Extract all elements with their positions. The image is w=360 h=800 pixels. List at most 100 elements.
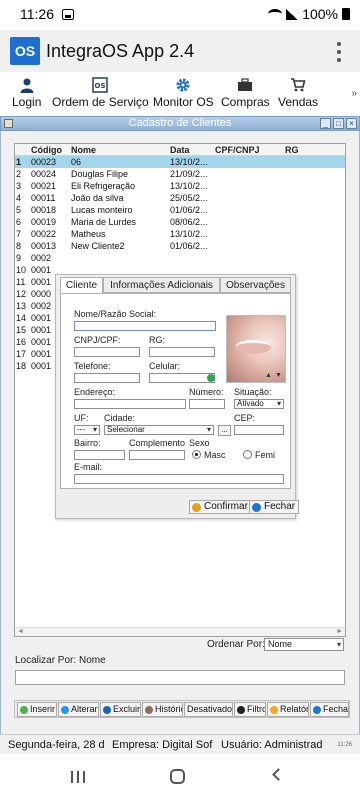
report-icon <box>270 706 278 714</box>
cell-nome: New Cliente2 <box>71 241 125 251</box>
situacao-select[interactable]: Ativado <box>234 399 284 409</box>
row-number: 9 <box>16 253 22 263</box>
signal-icon <box>286 8 299 20</box>
battery-level: 100% <box>302 6 338 22</box>
table-row[interactable]: 5 00018 Lucas monteiro 01/06/2... <box>15 204 345 216</box>
cnpj-field[interactable] <box>74 347 140 357</box>
table-row[interactable]: 3 00021 Eli Refrigeração 13/10/2... <box>15 180 345 192</box>
numero-field[interactable] <box>189 399 225 409</box>
table-row[interactable]: 9 0002 <box>15 252 345 264</box>
home-icon[interactable] <box>170 769 185 784</box>
toolbar-more-button[interactable]: » <box>351 88 357 99</box>
cell-data: 13/10/2... <box>170 157 208 167</box>
status-time: 11:26 <box>20 6 54 22</box>
window-title: Cadastro de Clientes <box>128 117 232 129</box>
compras-button[interactable]: Compras <box>221 76 270 109</box>
column-header-nome[interactable]: Nome <box>71 145 171 155</box>
svg-text:OS: OS <box>95 82 106 90</box>
bairro-field[interactable] <box>74 450 125 460</box>
client-form-dialog: Cliente Informações Adicionais Observaçõ… <box>55 274 300 519</box>
column-header-rg[interactable]: RG <box>285 145 325 155</box>
column-header-cpf-cnpj[interactable]: CPF/CNPJ <box>215 145 285 155</box>
nome-field[interactable] <box>74 321 216 331</box>
recents-icon[interactable] <box>71 771 85 783</box>
cart-icon <box>290 76 306 94</box>
row-number: 16 <box>16 337 27 347</box>
grid-header: Código Nome Data CPF/CNPJ RG <box>15 144 345 156</box>
photo-prev-icon[interactable]: ▲ <box>265 372 272 379</box>
excluir-label: Excluir <box>113 704 141 714</box>
desativados-button[interactable]: Desativados <box>184 702 233 717</box>
confirmar-button[interactable]: Confirmar <box>189 500 252 514</box>
confirm-icon <box>192 503 201 512</box>
tab-cliente[interactable]: Cliente <box>60 277 103 294</box>
fechar-button[interactable]: Fechar <box>310 702 349 717</box>
tab-informacoes-adicionais[interactable]: Informações Adicionais <box>103 277 220 293</box>
app-logo: OS <box>10 37 40 65</box>
table-row[interactable]: 8 00013 New Cliente2 01/06/2... <box>15 240 345 252</box>
email-field[interactable] <box>74 474 284 484</box>
scroll-left-icon[interactable]: ◄ <box>17 628 24 635</box>
window-controls: _ □ × <box>320 118 357 129</box>
table-row[interactable]: 2 00024 Douglas Filipe 21/09/2... <box>15 168 345 180</box>
sexo-fem-radio[interactable] <box>243 450 252 459</box>
photo-next-icon[interactable]: ▼ <box>275 372 282 379</box>
cell-codigo: 00019 <box>31 217 57 227</box>
rg-field[interactable] <box>149 347 215 357</box>
historico-button[interactable]: Histórico <box>142 702 183 717</box>
table-row[interactable]: 1 00023 06 13/10/2... <box>15 156 345 168</box>
alterar-button[interactable]: Alterar <box>58 702 99 717</box>
status-date: Segunda-feira, 28 d <box>8 739 105 751</box>
service-order-button[interactable]: OS Ordem de Serviço <box>52 76 149 109</box>
uf-select[interactable]: --- <box>74 425 100 435</box>
complemento-field[interactable] <box>129 450 185 460</box>
fechar-label: Fechar <box>323 704 349 714</box>
vendas-button[interactable]: Vendas <box>278 76 318 109</box>
filtro-button[interactable]: Filtro <box>234 702 266 717</box>
cidade-lookup-button[interactable]: ... <box>218 425 231 436</box>
minimize-icon[interactable]: _ <box>320 118 331 129</box>
search-input[interactable] <box>15 670 345 685</box>
grid-horizontal-scrollbar[interactable]: ◄ ► <box>15 627 345 636</box>
excluir-button[interactable]: Excluir <box>100 702 141 717</box>
table-row[interactable]: 6 00019 Maria de Lurdes 08/06/2... <box>15 216 345 228</box>
login-button[interactable]: Login <box>12 76 41 109</box>
app-title: IntegraOS App 2.4 <box>46 41 195 61</box>
table-row[interactable]: 4 00011 João da silva 25/05/2... <box>15 192 345 204</box>
situacao-label: Situação: <box>234 387 272 397</box>
cell-nome: Lucas monteiro <box>71 205 133 215</box>
sexo-masc-radio[interactable] <box>192 450 201 459</box>
relatorio-button[interactable]: Relatório <box>267 702 309 717</box>
column-header-data[interactable]: Data <box>170 145 214 155</box>
filtro-label: Filtro <box>247 704 266 714</box>
inserir-button[interactable]: Inserir <box>17 702 57 717</box>
rg-label: RG: <box>149 335 166 345</box>
monitor-os-button[interactable]: Monitor OS <box>153 76 214 109</box>
cidade-select[interactable]: Selecionar <box>104 425 214 435</box>
telefone-field[interactable] <box>74 373 140 383</box>
close-icon[interactable]: × <box>346 118 357 129</box>
column-header-codigo[interactable]: Código <box>31 145 71 155</box>
cep-field[interactable] <box>234 425 284 435</box>
endereco-field[interactable] <box>74 399 186 409</box>
scroll-right-icon[interactable]: ► <box>336 628 343 635</box>
whatsapp-icon[interactable] <box>207 374 215 382</box>
fechar-form-label: Fechar <box>264 501 296 512</box>
tab-observacoes[interactable]: Observações <box>220 277 291 293</box>
localizar-label: Localizar Por: <box>15 655 77 666</box>
cell-data: 21/09/2... <box>170 169 208 179</box>
more-vert-icon[interactable] <box>336 42 342 62</box>
maximize-icon[interactable]: □ <box>333 118 344 129</box>
row-number: 11 <box>16 277 26 287</box>
cep-label: CEP: <box>234 413 256 423</box>
alterar-label: Alterar <box>71 704 98 714</box>
monitor-os-label: Monitor OS <box>153 95 214 109</box>
ordenar-select[interactable]: Nome <box>264 638 344 651</box>
sexo-label: Sexo <box>189 438 210 448</box>
row-number: 1 <box>16 157 22 167</box>
table-row[interactable]: 7 00022 Matheus 13/10/2... <box>15 228 345 240</box>
cell-codigo: 00018 <box>31 205 57 215</box>
back-icon[interactable] <box>272 768 285 781</box>
fechar-form-button[interactable]: Fechar <box>249 500 300 514</box>
celular-field[interactable] <box>149 373 215 383</box>
